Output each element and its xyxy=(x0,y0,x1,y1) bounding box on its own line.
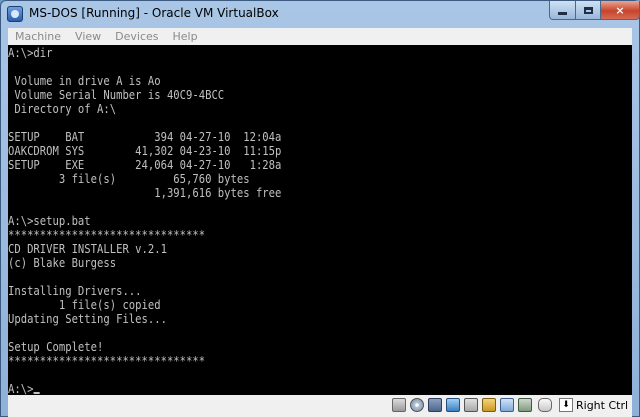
close-icon: × xyxy=(615,3,625,17)
menu-bar: Machine View Devices Help xyxy=(8,28,632,45)
menu-help[interactable]: Help xyxy=(166,28,205,45)
console-line: ******************************* xyxy=(8,354,206,368)
floppy-icon[interactable] xyxy=(428,398,442,412)
display-icon[interactable] xyxy=(500,398,514,412)
dos-console[interactable]: A:\>dir Volume in drive A is Ao Volume S… xyxy=(8,45,632,395)
console-line: SETUP BAT 394 04-27-10 12:04a xyxy=(8,130,282,144)
console-line: Setup Complete! xyxy=(8,340,104,354)
host-key-label: Right Ctrl xyxy=(576,399,629,412)
console-line: ******************************* xyxy=(8,228,206,242)
maximize-button[interactable] xyxy=(575,1,601,20)
mouse-integration-icon[interactable] xyxy=(538,398,552,412)
console-line: 1 file(s) copied xyxy=(8,298,161,312)
shared-folders-icon[interactable] xyxy=(482,398,496,412)
window-title: MS-DOS [Running] - Oracle VM VirtualBox xyxy=(29,6,279,20)
console-line: A:\> xyxy=(8,382,40,395)
menu-view[interactable]: View xyxy=(68,28,108,45)
console-line: OAKCDROM SYS 41,302 04-23-10 11:15p xyxy=(8,144,282,158)
hard-disk-icon[interactable] xyxy=(392,398,406,412)
menu-machine[interactable]: Machine xyxy=(8,28,68,45)
virtualbox-window: MS-DOS [Running] - Oracle VM VirtualBox … xyxy=(0,0,640,417)
console-line: (c) Blake Burgess xyxy=(8,256,117,270)
status-bar: ⬇ Right Ctrl xyxy=(8,395,632,417)
maximize-icon xyxy=(583,6,593,14)
console-line: 3 file(s) 65,760 bytes xyxy=(8,172,250,186)
console-line: Volume Serial Number is 40C9-4BCC xyxy=(8,88,225,102)
console-line: CD DRIVER INSTALLER v.2.1 xyxy=(8,242,167,256)
cpu-icon[interactable] xyxy=(518,398,532,412)
host-key-arrow-icon: ⬇ xyxy=(559,398,573,412)
console-line: A:\>dir xyxy=(8,46,53,60)
network-icon[interactable] xyxy=(446,398,460,412)
virtualbox-icon xyxy=(7,6,23,22)
console-line: 1,391,616 bytes free xyxy=(8,186,282,200)
console-line: A:\>setup.bat xyxy=(8,214,91,228)
console-line: Directory of A:\ xyxy=(8,102,117,116)
minimize-button[interactable] xyxy=(549,1,576,20)
console-line: Volume in drive A is Ao xyxy=(8,74,161,88)
minimize-icon xyxy=(558,12,567,15)
usb-icon[interactable] xyxy=(464,398,478,412)
optical-drive-icon[interactable] xyxy=(410,398,424,412)
close-button[interactable]: × xyxy=(600,1,640,20)
menu-devices[interactable]: Devices xyxy=(108,28,165,45)
console-line: SETUP EXE 24,064 04-27-10 1:28a xyxy=(8,158,282,172)
text-cursor xyxy=(33,392,40,394)
console-line: Updating Setting Files... xyxy=(8,312,167,326)
console-line: Installing Drivers... xyxy=(8,284,142,298)
title-bar[interactable]: MS-DOS [Running] - Oracle VM VirtualBox … xyxy=(1,1,640,27)
